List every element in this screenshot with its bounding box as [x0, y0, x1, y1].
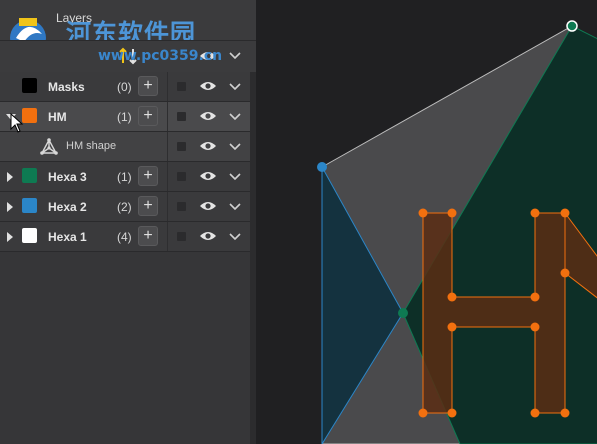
add-layer-item-button[interactable]: + — [138, 226, 158, 246]
mouse-cursor-icon — [10, 113, 24, 133]
row-divider — [167, 222, 168, 251]
shape-icon — [40, 138, 58, 155]
layer-color-swatch[interactable] — [22, 228, 37, 243]
hexa-handle — [566, 20, 578, 32]
eye-icon[interactable] — [199, 140, 217, 152]
lock-toggle[interactable] — [177, 172, 186, 181]
lock-toggle[interactable] — [177, 202, 186, 211]
row-divider — [167, 132, 168, 161]
eye-icon[interactable] — [199, 80, 217, 92]
row-divider — [167, 102, 168, 131]
layer-row-masks[interactable]: Masks (0) + — [0, 72, 250, 102]
layer-count: (1) — [117, 110, 132, 124]
hexa-handle — [317, 162, 327, 172]
eye-icon[interactable] — [199, 200, 217, 212]
eye-icon[interactable] — [199, 230, 217, 242]
row-divider — [167, 162, 168, 191]
add-layer-item-button[interactable]: + — [138, 106, 158, 126]
layer-name: Hexa 1 — [48, 230, 87, 244]
lock-toggle[interactable] — [177, 232, 186, 241]
layer-name: Hexa 2 — [48, 200, 87, 214]
add-layer-item-button[interactable]: + — [138, 166, 158, 186]
layer-count: (4) — [117, 230, 132, 244]
watermark-url: www.pc0359.cn — [98, 48, 223, 64]
layer-row-hm[interactable]: HM (1) + — [0, 102, 250, 132]
layer-name: HM shape — [66, 140, 117, 152]
expand-toggle-icon[interactable] — [7, 202, 13, 212]
layer-row-hm-shape[interactable]: HM shape — [0, 132, 250, 162]
chevron-down-icon[interactable] — [229, 83, 241, 91]
layer-count: (1) — [117, 170, 132, 184]
drawing-canvas[interactable] — [256, 0, 597, 444]
row-divider — [167, 192, 168, 221]
lock-toggle[interactable] — [177, 112, 186, 121]
layer-name: HM — [48, 110, 67, 124]
hexa-handle — [398, 308, 408, 318]
expand-toggle-icon[interactable] — [7, 172, 13, 182]
chevron-down-icon[interactable] — [229, 113, 241, 121]
layer-row-hexa-1[interactable]: Hexa 1 (4) + — [0, 222, 250, 252]
layers-panel-header: Layers 河东软件园 — [0, 0, 256, 56]
layer-color-swatch[interactable] — [22, 108, 37, 123]
layers-panel: Layers 河东软件园 www.pc0359.cn Masks (0) + H… — [0, 0, 256, 444]
layer-color-swatch[interactable] — [22, 78, 37, 93]
eye-icon[interactable] — [199, 110, 217, 122]
chevron-down-icon[interactable] — [229, 52, 241, 60]
chevron-down-icon[interactable] — [229, 233, 241, 241]
chevron-down-icon[interactable] — [229, 143, 241, 151]
add-layer-item-button[interactable]: + — [138, 76, 158, 96]
layer-row-hexa-3[interactable]: Hexa 3 (1) + — [0, 162, 250, 192]
lock-toggle[interactable] — [177, 82, 186, 91]
chevron-down-icon[interactable] — [229, 203, 241, 211]
add-layer-item-button[interactable]: + — [138, 196, 158, 216]
eye-icon[interactable] — [199, 170, 217, 182]
layer-color-swatch[interactable] — [22, 168, 37, 183]
layer-count: (0) — [117, 80, 132, 94]
expand-toggle-icon[interactable] — [7, 232, 13, 242]
layer-name: Hexa 3 — [48, 170, 87, 184]
canvas-artwork[interactable] — [256, 0, 597, 444]
layer-color-swatch[interactable] — [22, 198, 37, 213]
layer-name: Masks — [48, 80, 85, 94]
layer-row-hexa-2[interactable]: Hexa 2 (2) + — [0, 192, 250, 222]
chevron-down-icon[interactable] — [229, 173, 241, 181]
layer-count: (2) — [117, 200, 132, 214]
lock-toggle[interactable] — [177, 142, 186, 151]
row-divider — [167, 72, 168, 101]
